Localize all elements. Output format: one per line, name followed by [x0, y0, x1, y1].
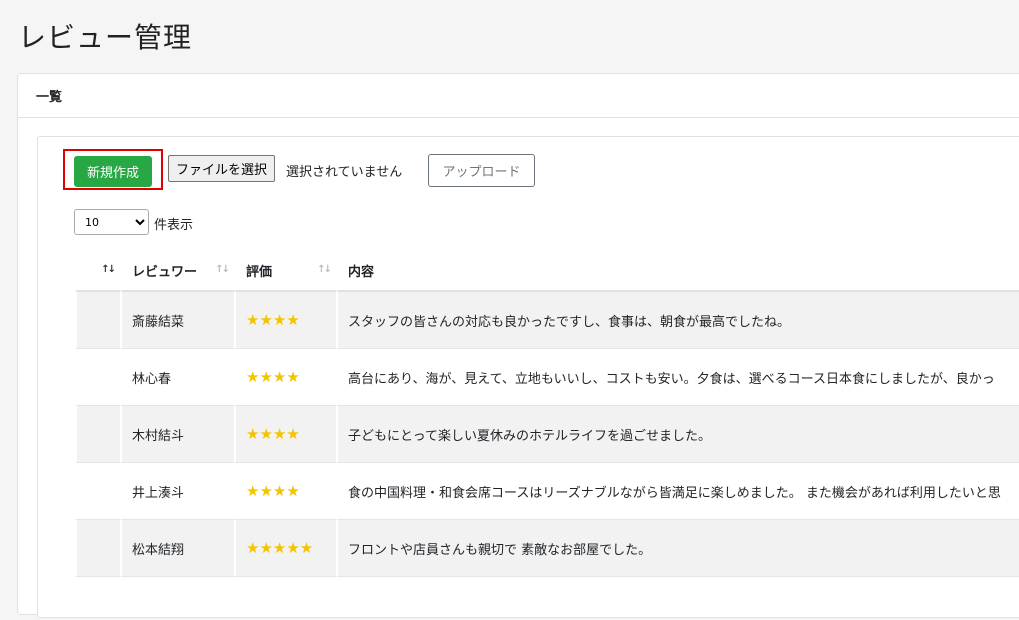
reviewer-cell: 斎藤結菜 [120, 292, 234, 349]
star-rating-icon: ★★★★ [246, 425, 300, 443]
table-panel: 新規作成 ファイルを選択 選択されていません アップロード 10 件表示 ↑↓ … [37, 136, 1019, 618]
col-header-rating-label: 評価 [246, 264, 273, 280]
rating-cell: ★★★★ [234, 463, 336, 520]
sort-icon: ↑↓ [215, 264, 230, 275]
star-rating-icon: ★★★★★ [246, 539, 314, 557]
reviewer-cell: 松本結翔 [120, 520, 234, 577]
star-rating-icon: ★★★★ [246, 482, 300, 500]
row-index-cell [75, 520, 120, 577]
table-row[interactable]: 斎藤結菜 ★★★★ スタッフの皆さんの対応も良かったですし、食事は、朝食が最高で… [75, 292, 1019, 349]
col-header-content[interactable]: 内容 [336, 250, 1019, 292]
col-header-rating[interactable]: 評価 ↑↓ [234, 250, 336, 292]
col-header-index[interactable]: ↑↓ [75, 250, 120, 292]
review-table: ↑↓ レビュワー ↑↓ 評価 ↑↓ 内容 斎藤結菜 ★★★★ スタッフの皆さんの対応… [75, 250, 1019, 577]
content-cell: スタッフの皆さんの対応も良かったですし、食事は、朝食が最高でしたね。 [336, 292, 1019, 349]
new-button[interactable]: 新規作成 [74, 156, 152, 187]
reviewer-cell: 林心春 [120, 349, 234, 406]
content-cell: フロントや店員さんも親切で 素敵なお部屋でした。 [336, 520, 1019, 577]
star-rating-icon: ★★★★ [246, 311, 300, 329]
page-title: レビュー管理 [18, 21, 193, 54]
reviewer-cell: 木村結斗 [120, 406, 234, 463]
content-cell: 食の中国料理・和食会席コースはリーズナブルながら皆満足に楽しめました。 また機会… [336, 463, 1019, 520]
star-rating-icon: ★★★★ [246, 368, 300, 386]
table-row[interactable]: 林心春 ★★★★ 高台にあり、海が、見えて、立地もいいし、コストも安い。夕食は、… [75, 349, 1019, 406]
review-table-wrap: ↑↓ レビュワー ↑↓ 評価 ↑↓ 内容 斎藤結菜 ★★★★ スタッフの皆さんの対応… [75, 250, 1019, 620]
reviewer-cell: 井上湊斗 [120, 463, 234, 520]
sort-icon: ↑↓ [317, 264, 332, 275]
table-header-row: ↑↓ レビュワー ↑↓ 評価 ↑↓ 内容 [75, 250, 1019, 292]
sort-icon: ↑↓ [101, 264, 116, 275]
upload-button[interactable]: アップロード [428, 154, 535, 187]
table-row[interactable]: 木村結斗 ★★★★ 子どもにとって楽しい夏休みのホテルライフを過ごせました。 [75, 406, 1019, 463]
table-row[interactable]: 松本結翔 ★★★★★ フロントや店員さんも親切で 素敵なお部屋でした。 [75, 520, 1019, 577]
content-cell: 高台にあり、海が、見えて、立地もいいし、コストも安い。夕食は、選べるコース日本食… [336, 349, 1019, 406]
table-row[interactable]: 井上湊斗 ★★★★ 食の中国料理・和食会席コースはリーズナブルながら皆満足に楽し… [75, 463, 1019, 520]
row-index-cell [75, 463, 120, 520]
page-length-select[interactable]: 10 [74, 209, 149, 235]
rating-cell: ★★★★ [234, 349, 336, 406]
list-card: 一覧 新規作成 ファイルを選択 選択されていません アップロード 10 件表示 … [17, 73, 1019, 618]
rating-cell: ★★★★ [234, 406, 336, 463]
rating-cell: ★★★★ [234, 292, 336, 349]
col-header-reviewer[interactable]: レビュワー ↑↓ [120, 250, 234, 292]
row-index-cell [75, 406, 120, 463]
row-index-cell [75, 292, 120, 349]
col-header-reviewer-label: レビュワー [132, 264, 198, 280]
file-select-button[interactable]: ファイルを選択 [168, 155, 276, 182]
row-index-cell [75, 349, 120, 406]
col-header-content-label: 内容 [348, 264, 375, 280]
card-header: 一覧 [18, 74, 1019, 118]
rating-cell: ★★★★★ [234, 520, 336, 577]
content-cell: 子どもにとって楽しい夏休みのホテルライフを過ごせました。 [336, 406, 1019, 463]
file-status: 選択されていません [286, 165, 403, 180]
page-length-label: 件表示 [154, 218, 194, 233]
